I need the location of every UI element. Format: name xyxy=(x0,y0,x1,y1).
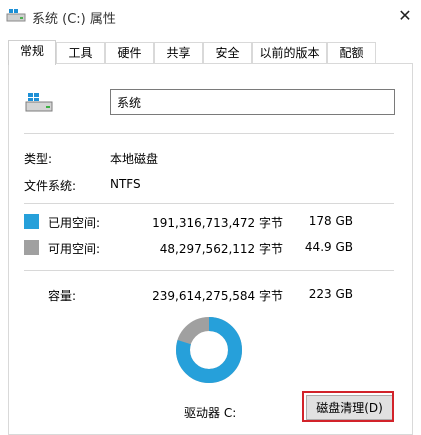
close-button[interactable]: ✕ xyxy=(394,4,416,28)
free-space-swatch xyxy=(24,240,39,255)
type-label: 类型: xyxy=(24,152,53,166)
drive-icon xyxy=(25,93,53,112)
used-space-swatch xyxy=(24,214,39,229)
tab-label: 常规 xyxy=(19,44,44,58)
title-bar: 系统 (C:) 属性 ✕ xyxy=(0,0,421,32)
disk-cleanup-button[interactable]: 磁盘清理(D) xyxy=(306,395,393,420)
capacity-bytes: 239,614,275,584 字节 xyxy=(152,289,283,303)
volume-name-input[interactable]: 系统 xyxy=(110,89,395,115)
used-space-label: 已用空间: xyxy=(48,216,101,230)
usage-donut-chart xyxy=(176,317,242,383)
drive-icon xyxy=(6,9,26,22)
tab-label: 安全 xyxy=(215,46,240,60)
used-space-bytes: 191,316,713,472 字节 xyxy=(152,216,283,230)
tab-label: 共享 xyxy=(166,46,191,60)
free-space-label: 可用空间: xyxy=(48,242,101,256)
free-space-bytes: 48,297,562,112 字节 xyxy=(159,242,283,256)
free-space-size: 44.9 GB xyxy=(304,240,353,254)
tab-previous-versions[interactable]: 以前的版本 xyxy=(252,42,327,64)
tab-label: 以前的版本 xyxy=(259,46,320,60)
tab-general[interactable]: 常规 xyxy=(8,40,56,65)
tab-tools[interactable]: 工具 xyxy=(56,42,105,64)
close-icon: ✕ xyxy=(398,6,412,25)
tab-label: 配额 xyxy=(339,46,364,60)
tab-sharing[interactable]: 共享 xyxy=(154,42,203,64)
separator xyxy=(24,270,394,271)
tab-quota[interactable]: 配额 xyxy=(327,42,376,64)
separator xyxy=(24,203,394,204)
capacity-size: 223 GB xyxy=(308,287,353,301)
file-system-value: NTFS xyxy=(110,177,141,191)
tab-label: 硬件 xyxy=(117,46,142,60)
capacity-label: 容量: xyxy=(48,289,77,303)
used-space-size: 178 GB xyxy=(308,214,353,228)
type-value: 本地磁盘 xyxy=(110,152,159,166)
tab-label: 工具 xyxy=(68,46,93,60)
tab-hardware[interactable]: 硬件 xyxy=(105,42,154,64)
tab-security[interactable]: 安全 xyxy=(203,42,252,64)
separator xyxy=(24,133,394,134)
window-title: 系统 (C:) 属性 xyxy=(32,12,116,27)
drive-label: 驱动器 C: xyxy=(184,406,237,420)
file-system-label: 文件系统: xyxy=(24,179,77,193)
